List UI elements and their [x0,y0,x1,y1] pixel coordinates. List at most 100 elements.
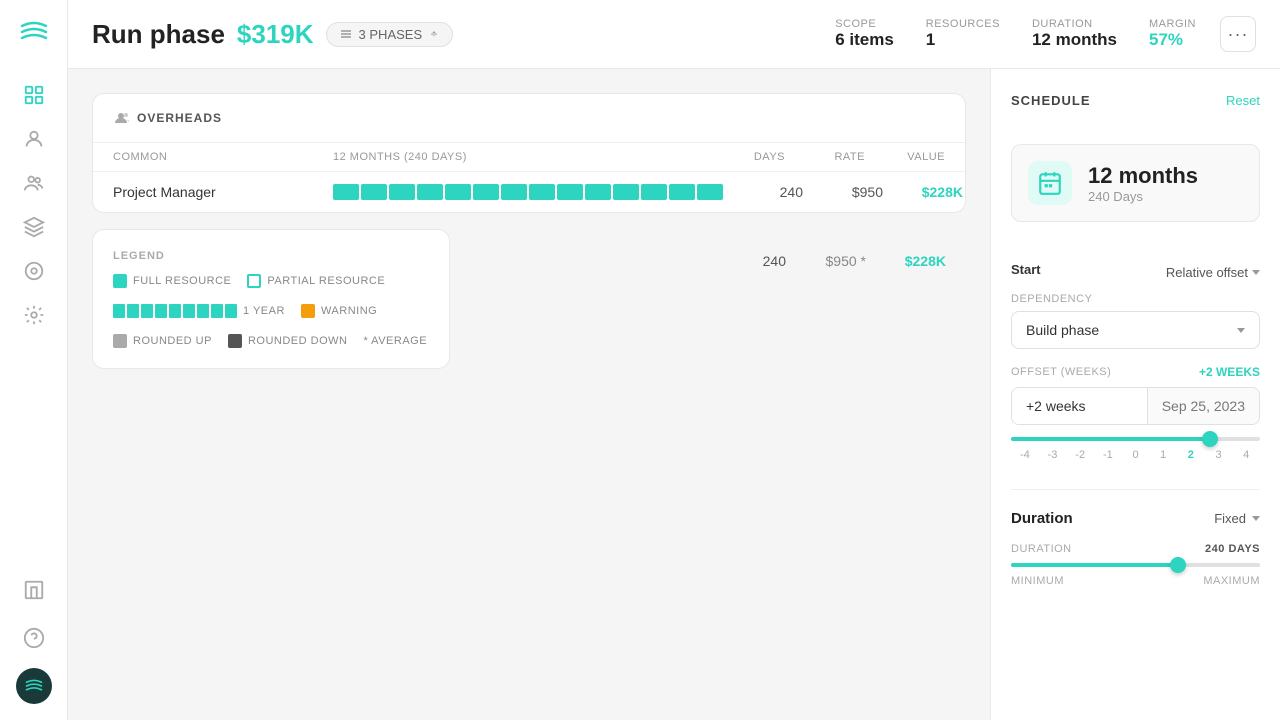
start-label: Start [1011,262,1041,277]
dependency-value: Build phase [1026,322,1099,338]
offset-input-row: +2 weeks Sep 25, 2023 [1011,387,1260,425]
sidebar-item-settings[interactable] [16,297,52,333]
schedule-days: 240 Days [1088,189,1198,204]
partial-resource-label: PARTIAL RESOURCE [267,275,385,287]
user-avatar[interactable] [16,668,52,704]
duration-value: 12 months [1032,30,1117,50]
legend-1-year: 1 YEAR [113,304,285,318]
scope-label: SCOPE [835,18,894,30]
legend-items: FULL RESOURCE PARTIAL RESOURCE [113,274,429,348]
offset-slider-track [1011,437,1260,441]
header-title-group: Run phase $319K 3 PHASES [92,19,811,50]
offset-date-display: Sep 25, 2023 [1147,388,1259,424]
app-logo[interactable] [18,16,50,53]
label-neg4: -4 [1011,449,1039,461]
reset-button[interactable]: Reset [1226,93,1260,108]
bar-1 [333,184,359,200]
duration-title: Duration [1011,510,1073,527]
offset-weeks-input[interactable]: +2 weeks [1012,388,1147,424]
legend-title: LEGEND [113,250,429,262]
legend-full-resource: FULL RESOURCE [113,274,231,288]
relative-offset-label: Relative offset [1166,265,1248,280]
duration-slider-track [1011,563,1260,567]
row-rate: $950 [803,184,883,200]
col-value: VALUE [865,151,945,163]
duration-type-selector[interactable]: Fixed [1214,511,1260,526]
table-row: Project Manager [93,172,965,212]
main-content: Run phase $319K 3 PHASES SCOPE 6 items [68,0,1280,720]
calendar-icon [1028,161,1072,205]
row-name: Project Manager [113,184,333,200]
stat-margin: MARGIN 57% [1149,18,1196,50]
resources-value: 1 [926,30,1000,50]
stat-scope: SCOPE 6 items [835,18,894,50]
duration-header: Duration Fixed [1011,510,1260,527]
legend-warning: WARNING [301,304,377,318]
col-rate: RATE [785,151,865,163]
duration-section: Duration Fixed DURATION 240 DAYS [1011,489,1260,587]
page-title: Run phase [92,19,225,50]
phases-icon [339,27,353,41]
content-area: OVERHEADS COMMON 12 MONTHS (240 DAYS) DA… [68,69,1280,720]
label-1: 1 [1149,449,1177,461]
warning-label: WARNING [321,305,377,317]
row-days: 240 [723,184,803,200]
bar-9 [557,184,583,200]
phases-label: 3 PHASES [359,27,423,42]
1-year-label: 1 YEAR [243,305,285,317]
header-stats: SCOPE 6 items RESOURCES 1 DURATION 12 mo… [835,18,1196,50]
partial-resource-swatch [247,274,261,288]
sidebar-item-grid[interactable] [16,77,52,113]
overheads-title: OVERHEADS [137,111,222,125]
row-value: $228K [883,184,963,200]
header-price: $319K [237,19,314,50]
offset-slider-container: -4 -3 -2 -1 0 1 2 3 4 [1011,437,1260,461]
calendar-svg [1037,170,1063,196]
sidebar-item-brain[interactable] [16,253,52,289]
min-max-row: MINIMUM MAXIMUM [1011,575,1260,587]
legend-card: LEGEND FULL RESOURCE PARTIAL RESOURCE [92,229,450,369]
timeline-bars [333,184,723,200]
legend-partial-resource: PARTIAL RESOURCE [247,274,385,288]
sidebar-item-help[interactable] [16,620,52,656]
totals-row: 240 $950 * $228K [466,241,966,281]
more-options-button[interactable]: ··· [1220,16,1256,52]
relative-offset-selector[interactable]: Relative offset [1166,265,1260,280]
chevron-down-icon [1252,270,1260,275]
minimum-label: MINIMUM [1011,575,1064,587]
right-panel: SCHEDULE Reset 12 months [990,69,1280,720]
sidebar-item-team[interactable] [16,165,52,201]
label-0: 0 [1122,449,1150,461]
bar-4 [417,184,443,200]
col-common: COMMON [113,151,333,163]
full-resource-swatch [113,274,127,288]
duration-meta-row: DURATION 240 DAYS [1011,543,1260,555]
offset-label: OFFSET (WEEKS) [1011,366,1111,378]
offset-slider-thumb[interactable] [1202,431,1218,447]
label-neg2: -2 [1066,449,1094,461]
stat-resources: RESOURCES 1 [926,18,1000,50]
sidebar-item-users[interactable] [16,121,52,157]
dependency-dropdown[interactable]: Build phase [1011,311,1260,349]
sidebar-item-building[interactable] [16,572,52,608]
sidebar-item-box[interactable] [16,209,52,245]
average-label: * AVERAGE [363,335,427,347]
bar-6 [473,184,499,200]
schedule-months: 12 months [1088,163,1198,189]
bar-11 [613,184,639,200]
bar-3 [389,184,415,200]
duration-slider-thumb[interactable] [1170,557,1186,573]
totals-rate: $950 * [786,253,866,269]
totals-value: $228K [866,253,946,269]
phases-badge[interactable]: 3 PHASES [326,22,454,47]
start-row: Start Relative offset [1011,262,1260,283]
maximum-label: MAXIMUM [1203,575,1260,587]
dependency-chevron-icon [1237,328,1245,333]
overheads-icon [113,110,129,126]
duration-meta-value: 240 DAYS [1205,543,1260,555]
schedule-title: SCHEDULE [1011,93,1091,108]
rounded-down-label: ROUNDED DOWN [248,335,348,347]
legend-rounded-down: ROUNDED DOWN [228,334,348,348]
scope-value: 6 items [835,30,894,50]
bar-8 [529,184,555,200]
